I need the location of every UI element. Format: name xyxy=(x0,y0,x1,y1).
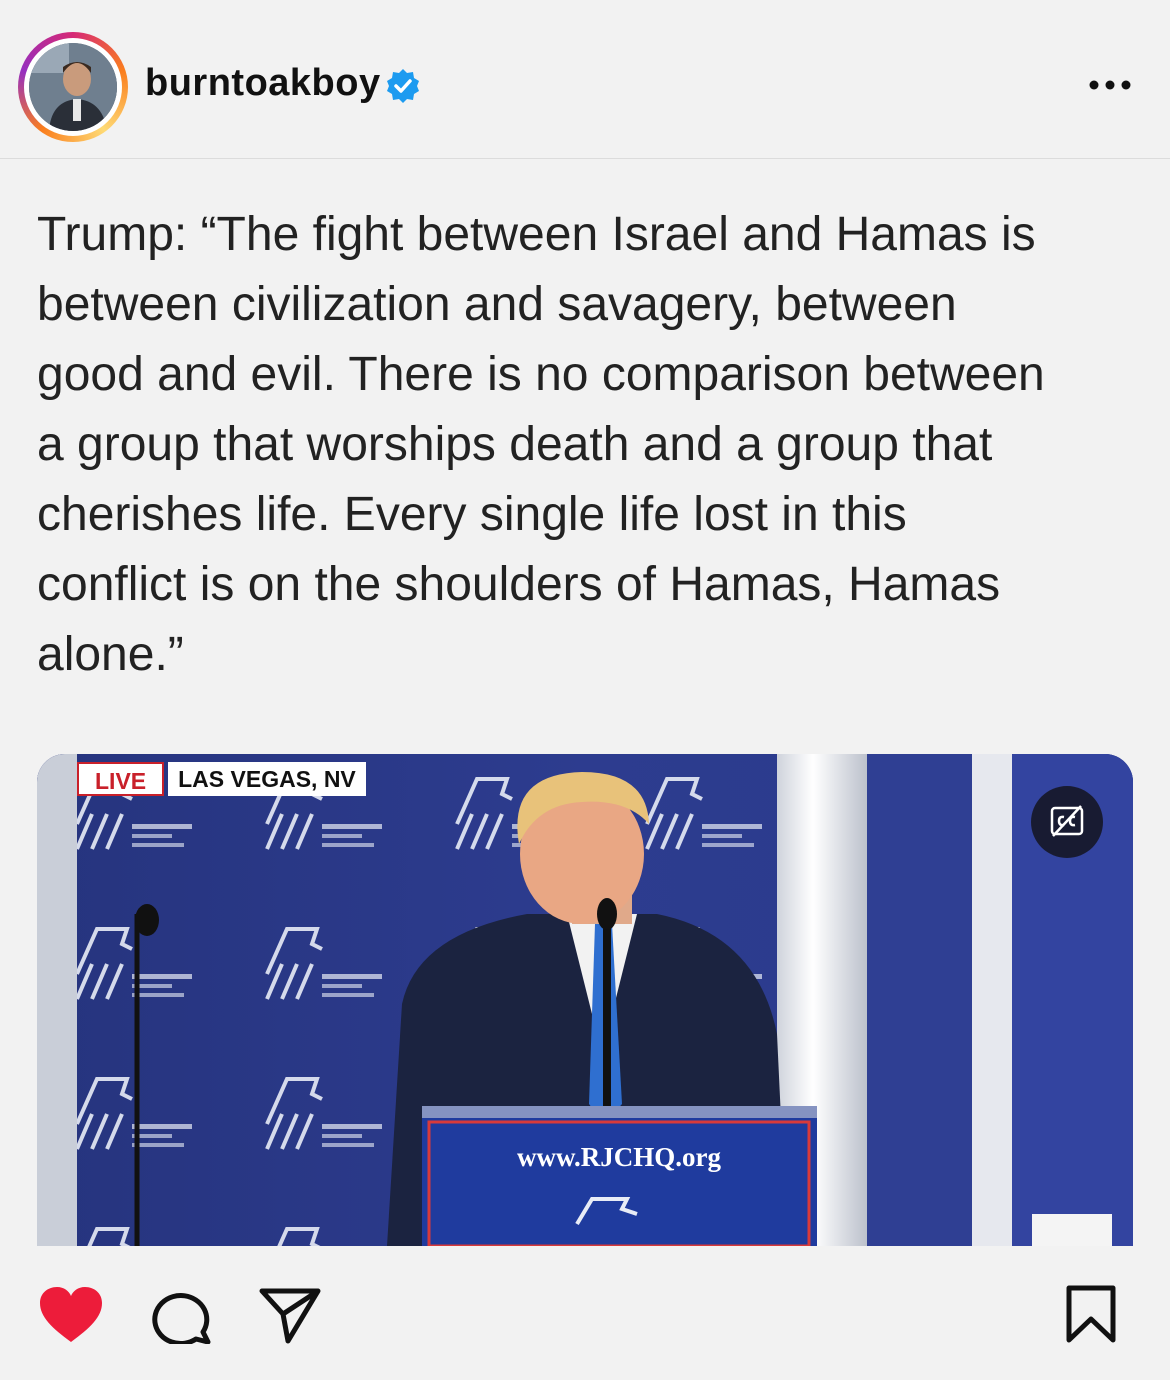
story-ring[interactable] xyxy=(18,32,128,142)
location-label: LAS VEGAS, NV xyxy=(168,762,366,796)
closed-captions-button[interactable] xyxy=(1031,786,1103,858)
bookmark-icon[interactable] xyxy=(1064,1284,1118,1344)
action-bar xyxy=(0,1270,1170,1380)
live-badge: LIVE xyxy=(77,762,165,796)
comment-icon[interactable] xyxy=(150,1288,212,1344)
live-banner: LIVE LAS VEGAS, NV xyxy=(77,762,366,796)
username[interactable]: burntoakboy xyxy=(145,62,381,105)
more-horizontal-icon[interactable] xyxy=(1088,70,1132,100)
heart-filled-icon[interactable] xyxy=(38,1286,104,1344)
avatar[interactable] xyxy=(29,43,117,131)
closed-captions-icon xyxy=(1050,805,1084,837)
podium-url: www.RJCHQ.org xyxy=(517,1142,721,1172)
video-player[interactable]: LIVE LAS VEGAS, NV www.RJCHQ.org xyxy=(37,754,1133,1246)
post-caption: Trump: “The fight between Israel and Ham… xyxy=(37,208,1045,681)
send-icon[interactable] xyxy=(258,1286,322,1344)
post-header: burntoakboy xyxy=(0,0,1170,159)
verified-badge-icon xyxy=(387,69,419,103)
